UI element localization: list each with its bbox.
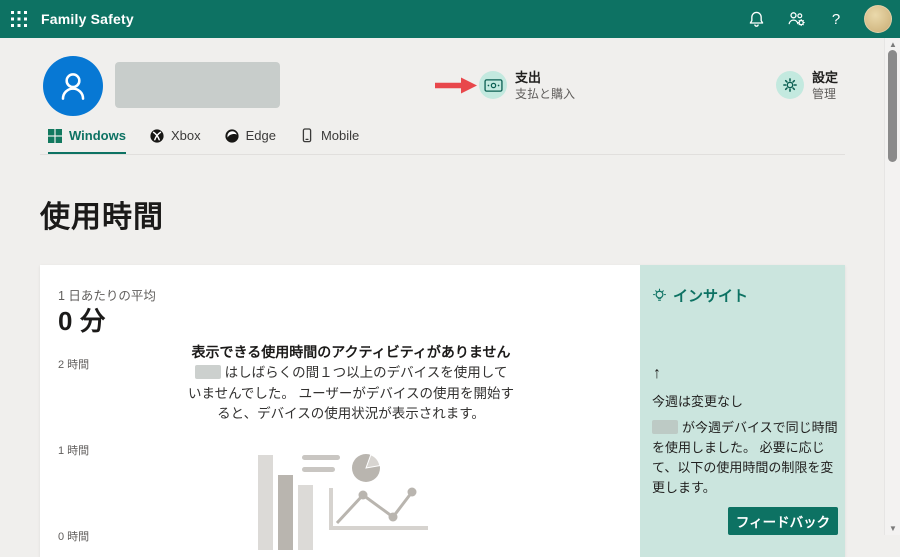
insights-title: インサイト xyxy=(673,285,748,306)
notifications-bell-icon[interactable] xyxy=(744,7,768,31)
scrollbar-up-arrow[interactable]: ▲ xyxy=(885,40,900,49)
scrollbar-thumb[interactable] xyxy=(888,50,897,162)
mobile-phone-icon xyxy=(300,128,314,143)
empty-state-title: 表示できる使用時間のアクティビティがありません xyxy=(188,342,514,362)
person-icon xyxy=(54,67,92,105)
vertical-scrollbar[interactable]: ▲ ▼ xyxy=(884,38,900,535)
feedback-button[interactable]: フィードバック xyxy=(728,507,838,535)
tab-xbox[interactable]: Xbox xyxy=(150,128,201,155)
redacted-member-name xyxy=(115,62,280,108)
empty-state-message: 表示できる使用時間のアクティビティがありません はしばらくの間１つ以上のデバイス… xyxy=(188,342,514,424)
settings-subtitle: 管理 xyxy=(812,87,838,102)
spending-subtitle: 支払と購入 xyxy=(515,87,575,102)
y-axis-label-1h: 1 時間 xyxy=(58,442,89,458)
tabs-divider xyxy=(40,154,845,155)
daily-average-value: 0 分 xyxy=(58,301,106,338)
help-icon[interactable]: ? xyxy=(824,7,848,31)
y-axis-label-2h: 2 時間 xyxy=(58,356,89,372)
tab-mobile[interactable]: Mobile xyxy=(300,128,359,155)
insights-body: が今週デバイスで同じ時間を使用しました。 必要に応じて、以下の使用時間の制限を変… xyxy=(652,418,838,499)
settings-shortcut-label[interactable]: 設定 管理 xyxy=(812,70,838,102)
xbox-logo-icon xyxy=(150,129,164,143)
trend-up-arrow: ↑ xyxy=(653,365,661,383)
red-pointer-arrow xyxy=(434,77,478,94)
user-avatar[interactable] xyxy=(864,5,892,33)
gear-icon xyxy=(781,76,799,94)
redacted-name-inline xyxy=(195,365,221,379)
tab-edge[interactable]: Edge xyxy=(225,128,276,155)
empty-state-body: はしばらくの間１つ以上のデバイスを使用していませんでした。 ユーザーがデバイスの… xyxy=(188,363,514,424)
app-title: Family Safety xyxy=(41,11,134,27)
redacted-name-inline xyxy=(652,420,678,434)
y-axis-label-0h: 0 時間 xyxy=(58,528,89,544)
spending-title: 支出 xyxy=(515,70,575,86)
page-title: 使用時間 xyxy=(40,192,164,236)
spending-shortcut-label[interactable]: 支出 支払と購入 xyxy=(515,70,575,102)
spending-shortcut-button[interactable] xyxy=(479,71,507,99)
edge-logo-icon xyxy=(225,129,239,143)
tab-mobile-label: Mobile xyxy=(321,128,359,143)
app-header: Family Safety ? xyxy=(0,0,900,38)
scrollbar-down-arrow[interactable]: ▼ xyxy=(885,524,900,533)
settings-title: 設定 xyxy=(812,70,838,86)
insights-panel: インサイト ↑ 今週は変更なし が今週デバイスで同じ時間を使用しました。 必要に… xyxy=(640,265,845,557)
tab-edge-label: Edge xyxy=(246,128,276,143)
lightbulb-icon xyxy=(652,288,667,304)
tab-xbox-label: Xbox xyxy=(171,128,201,143)
windows-logo-icon xyxy=(48,129,62,143)
family-members-icon[interactable] xyxy=(784,7,808,31)
charts-placeholder-illustration xyxy=(252,450,432,550)
empty-state-body-text: はしばらくの間１つ以上のデバイスを使用していませんでした。 ユーザーがデバイスの… xyxy=(188,365,514,421)
member-avatar[interactable] xyxy=(43,56,103,116)
settings-shortcut-button[interactable] xyxy=(776,71,804,99)
insights-body-text: が今週デバイスで同じ時間を使用しました。 必要に応じて、以下の使用時間の制限を変… xyxy=(652,420,838,495)
app-launcher-icon[interactable] xyxy=(11,11,27,27)
screen-time-card: 1 日あたりの平均 0 分 2 時間 1 時間 0 時間 表示できる使用時間のア… xyxy=(40,265,845,557)
banknote-icon xyxy=(484,78,503,93)
tab-windows[interactable]: Windows xyxy=(48,128,126,155)
device-tabs: Windows Xbox Edge Mobile xyxy=(48,128,359,155)
tab-windows-label: Windows xyxy=(69,128,126,143)
screen-time-chart-area: 1 日あたりの平均 0 分 2 時間 1 時間 0 時間 表示できる使用時間のア… xyxy=(40,265,640,557)
trend-text: 今週は変更なし xyxy=(652,391,743,410)
